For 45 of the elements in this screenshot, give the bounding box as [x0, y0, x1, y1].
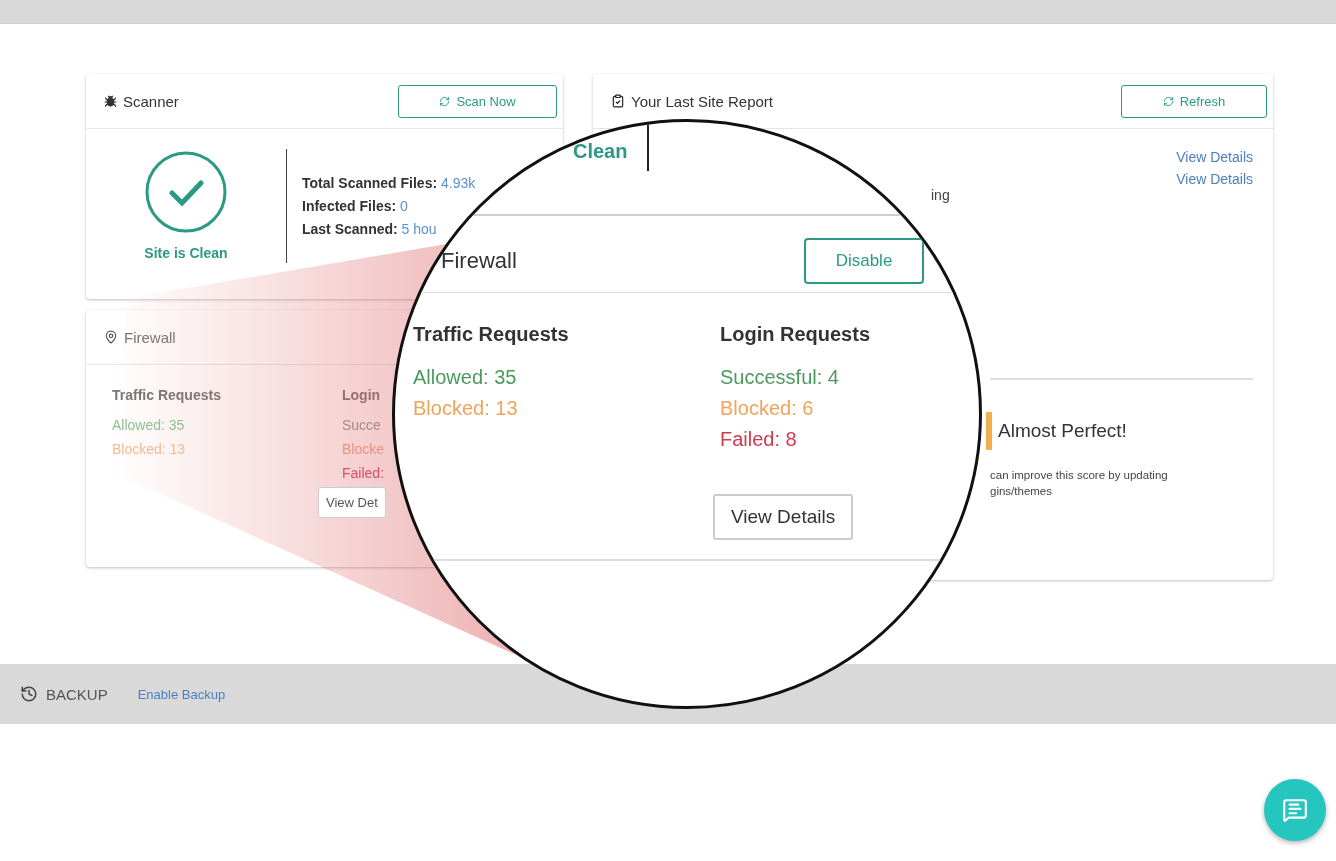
clipboard-icon: [611, 94, 625, 108]
scan-stat: Last Scanned: 5 hou: [302, 221, 438, 237]
column-heading: Login: [342, 387, 381, 403]
backup-label: BACKUP: [46, 685, 108, 703]
refresh-button[interactable]: Refresh: [1121, 84, 1267, 118]
request-count: Blocked: 6: [720, 397, 814, 420]
view-details-link[interactable]: View Details: [1176, 171, 1253, 187]
request-count: Blocke: [342, 441, 385, 457]
request-count: Failed: 8: [720, 428, 797, 451]
status-text: Site is Clean: [144, 245, 228, 261]
request-count: Successful: 4: [720, 366, 839, 389]
chat-icon: [1282, 797, 1308, 823]
scan-stat: Total Scanned Files: 4.93k: [302, 175, 476, 191]
chat-button[interactable]: [1264, 779, 1326, 841]
score-bar: [986, 412, 992, 450]
scan-now-button[interactable]: Scan Now: [398, 84, 557, 118]
check-circle-icon: [145, 151, 227, 233]
column-heading: Login Requests: [720, 323, 870, 346]
refresh-icon: [1162, 95, 1174, 107]
column-heading: Traffic Requests: [413, 323, 569, 346]
pin-icon: [104, 330, 118, 344]
card-title: Scanner: [123, 92, 179, 110]
card-title: Firewall: [124, 328, 176, 346]
request-count: Allowed: 35: [413, 366, 517, 389]
card-title: Firewall: [441, 248, 517, 274]
scan-stat: Infected Files: 0: [302, 198, 409, 214]
request-count: Allowed: 35: [112, 417, 185, 433]
history-icon: [20, 685, 38, 703]
view-details-button[interactable]: View Det: [318, 487, 386, 518]
bug-icon: [104, 94, 117, 108]
report-text: ing: [931, 187, 951, 203]
enable-backup-link[interactable]: Enable Backup: [137, 686, 226, 702]
column-heading: Traffic Requests: [112, 387, 221, 403]
view-details-link[interactable]: View Details: [1176, 149, 1253, 165]
request-count: Blocked: 13: [112, 441, 186, 457]
request-count: Succe: [342, 417, 381, 433]
score-text: Almost Perfect!: [998, 420, 1127, 442]
refresh-icon: [439, 95, 451, 107]
card-title: Your Last Site Report: [631, 92, 774, 110]
disable-button[interactable]: Disable: [804, 238, 924, 284]
request-count: Failed:: [342, 465, 385, 481]
request-count: Blocked: 13: [413, 397, 518, 420]
score-note: can improve this score by updating gins/themes: [990, 468, 1169, 499]
status-text: Clean: [573, 140, 628, 163]
view-details-button[interactable]: View Details: [713, 494, 854, 540]
